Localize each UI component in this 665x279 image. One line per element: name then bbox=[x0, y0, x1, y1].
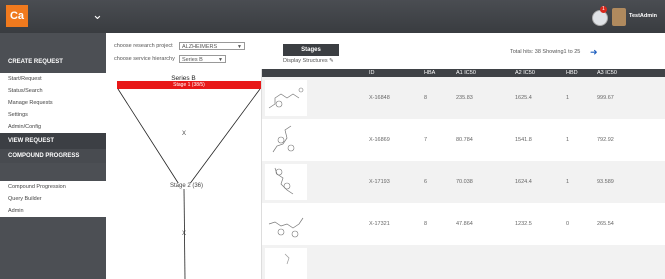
cell-hba: 6 bbox=[424, 179, 428, 185]
cell-hba: 8 bbox=[424, 95, 428, 101]
column-header-a3-ic50[interactable]: A3 IC50 bbox=[597, 70, 617, 76]
table-row[interactable]: X-16869 7 80.784 1541.8 1 792.92 bbox=[262, 119, 665, 161]
column-header-id[interactable]: ID bbox=[369, 70, 375, 76]
stage-2-node[interactable]: Stage 2 (36) bbox=[170, 183, 204, 189]
molecule-structure-icon bbox=[265, 248, 307, 279]
cell-hbd: 0 bbox=[566, 221, 570, 227]
cell-hbd: 1 bbox=[566, 137, 570, 143]
stages-button[interactable]: Stages bbox=[283, 44, 339, 56]
sidebar-item-manage-requests[interactable]: Manage Requests bbox=[0, 97, 106, 109]
table-row[interactable] bbox=[262, 245, 665, 279]
cell-a1-ic50: 47.864 bbox=[456, 221, 473, 227]
username[interactable]: TestAdmin bbox=[629, 13, 657, 19]
globe-icon[interactable] bbox=[592, 10, 608, 26]
chevron-down-icon: ▼ bbox=[218, 57, 223, 63]
top-bar: Ca ⌄ 1 TestAdmin bbox=[0, 0, 665, 33]
hierarchy-label: choose service hierarchy bbox=[114, 56, 175, 62]
project-label: choose research project bbox=[114, 43, 173, 49]
table-header: ID HBA A1 IC50 A2 IC50 HBD A3 IC50 bbox=[262, 69, 665, 77]
cell-hbd: 1 bbox=[566, 95, 570, 101]
table-row[interactable]: X-17321 8 47.864 1232.5 0 265.54 bbox=[262, 203, 665, 245]
tree-node-x: X bbox=[182, 231, 187, 237]
sidebar-item-query-builder[interactable]: Query Builder bbox=[0, 193, 106, 205]
chevron-down-icon: ▼ bbox=[237, 44, 242, 50]
cell-a1-ic50: 235.83 bbox=[456, 95, 473, 101]
column-header-a1-ic50[interactable]: A1 IC50 bbox=[456, 70, 476, 76]
cell-id: X-17193 bbox=[369, 179, 390, 185]
column-header-hbd[interactable]: HBD bbox=[566, 70, 578, 76]
sidebar-section-compound-progress[interactable]: COMPOUND PROGRESS bbox=[0, 149, 106, 163]
cell-hba: 8 bbox=[424, 221, 428, 227]
sidebar-item-start-request[interactable]: Start/Request bbox=[0, 73, 106, 85]
sidebar-section-view-request[interactable]: VIEW REQUEST bbox=[0, 133, 106, 149]
project-select-value: ALZHEIMERS bbox=[182, 44, 218, 50]
hierarchy-tree: Series B Stage 1 (38/5) X Stage 2 (36) X bbox=[106, 69, 262, 279]
table-row[interactable]: X-16848 8 235.83 1625.4 1 999.67 bbox=[262, 77, 665, 119]
hierarchy-select[interactable]: Series B ▼ bbox=[179, 55, 226, 63]
cell-a2-ic50: 1625.4 bbox=[515, 95, 532, 101]
sidebar: CREATE REQUEST Start/Request Status/Sear… bbox=[0, 33, 106, 279]
column-header-hba[interactable]: HBA bbox=[424, 70, 435, 76]
hits-summary: Total hits: 38 Showing1 to 25 bbox=[510, 49, 581, 55]
column-header-a2-ic50[interactable]: A2 IC50 bbox=[515, 70, 535, 76]
sidebar-item-admin[interactable]: Admin bbox=[0, 205, 106, 217]
chevron-down-icon[interactable]: ⌄ bbox=[92, 7, 103, 23]
cell-hbd: 1 bbox=[566, 179, 570, 185]
cell-a3-ic50: 265.54 bbox=[597, 221, 614, 227]
cell-a3-ic50: 93.589 bbox=[597, 179, 614, 185]
cell-id: X-16848 bbox=[369, 95, 390, 101]
cell-a1-ic50: 70.038 bbox=[456, 179, 473, 185]
cell-a2-ic50: 1541.8 bbox=[515, 137, 532, 143]
molecule-structure-icon bbox=[265, 122, 307, 158]
next-page-arrow-icon[interactable]: ➜ bbox=[590, 47, 598, 58]
molecule-structure-icon bbox=[265, 206, 307, 242]
sidebar-item-compound-progression[interactable]: Compound Progression bbox=[0, 181, 106, 193]
hierarchy-select-value: Series B bbox=[182, 57, 203, 63]
notification-badge: 1 bbox=[600, 6, 607, 13]
cell-hba: 7 bbox=[424, 137, 428, 143]
sidebar-item-status-search[interactable]: Status/Search bbox=[0, 85, 106, 97]
app-logo[interactable]: Ca bbox=[6, 5, 28, 27]
cell-a2-ic50: 1232.5 bbox=[515, 221, 532, 227]
display-structures-toggle[interactable]: Display Structures ✎ bbox=[283, 58, 334, 64]
compound-table: ID HBA A1 IC50 A2 IC50 HBD A3 IC50 X-168… bbox=[262, 69, 665, 279]
cell-id: X-17321 bbox=[369, 221, 390, 227]
molecule-structure-icon bbox=[265, 164, 307, 200]
molecule-structure-icon bbox=[265, 80, 307, 116]
cell-a1-ic50: 80.784 bbox=[456, 137, 473, 143]
controls-panel: choose research project ALZHEIMERS ▼ cho… bbox=[106, 33, 665, 69]
cell-a3-ic50: 792.92 bbox=[597, 137, 614, 143]
display-structures-label: Display Structures bbox=[283, 58, 328, 64]
sidebar-item-admin-config[interactable]: Admin/Config bbox=[0, 121, 106, 133]
cell-id: X-16869 bbox=[369, 137, 390, 143]
avatar[interactable] bbox=[612, 8, 626, 26]
cell-a2-ic50: 1624.4 bbox=[515, 179, 532, 185]
table-row[interactable]: X-17193 6 70.038 1624.4 1 93.589 bbox=[262, 161, 665, 203]
sidebar-item-settings[interactable]: Settings bbox=[0, 109, 106, 121]
tree-lines bbox=[117, 88, 261, 279]
project-select[interactable]: ALZHEIMERS ▼ bbox=[179, 42, 245, 50]
cell-a3-ic50: 999.67 bbox=[597, 95, 614, 101]
tree-node-x: X bbox=[182, 131, 187, 137]
sidebar-section-create-request[interactable]: CREATE REQUEST bbox=[0, 59, 106, 65]
structure-icon: ✎ bbox=[329, 58, 334, 64]
